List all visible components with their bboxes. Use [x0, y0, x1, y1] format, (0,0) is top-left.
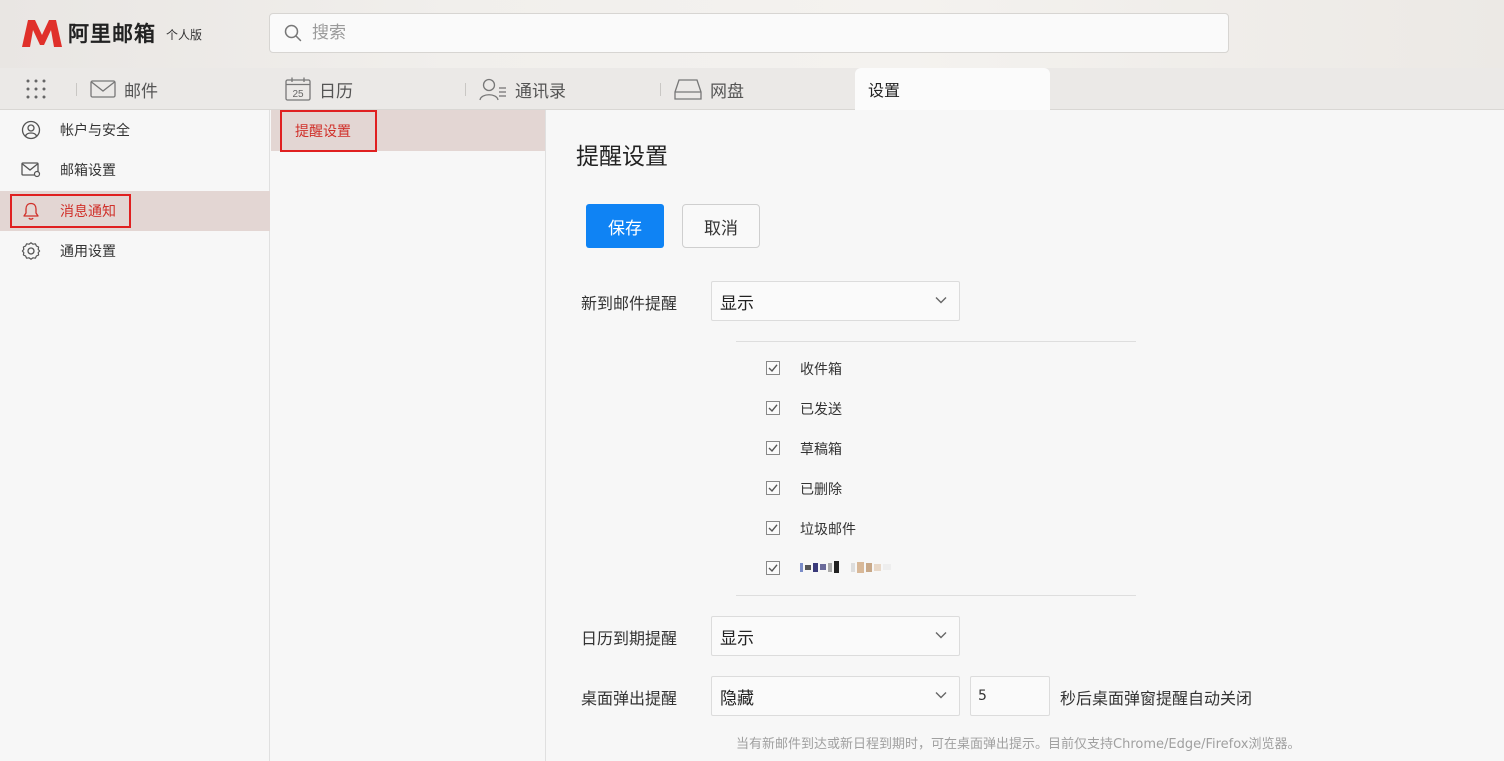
tab-calendar[interactable]: 25 日历: [285, 68, 353, 110]
checkbox-checked-icon[interactable]: [766, 481, 780, 495]
desktop-popup-hint: 当有新邮件到达或新日程到期时，可在桌面弹出提示。目前仅支持Chrome/Edge…: [736, 737, 1301, 752]
tab-drive[interactable]: 网盘: [660, 68, 744, 110]
search-box[interactable]: [269, 13, 1229, 53]
tab-mail[interactable]: 邮件: [76, 68, 158, 110]
tab-settings[interactable]: 设置: [855, 68, 1050, 110]
divider: [736, 341, 1136, 342]
calendar-reminder-label: 日历到期提醒: [581, 629, 678, 648]
folder-checkbox-spam[interactable]: 垃圾邮件: [766, 518, 856, 538]
mail-logo-m-icon: [22, 20, 62, 47]
checkbox-label: 收件箱: [800, 362, 842, 378]
cancel-button[interactable]: 取消: [682, 204, 760, 248]
drive-icon: [674, 79, 702, 100]
contacts-icon: [479, 78, 506, 101]
mail-settings-icon: [21, 162, 41, 178]
auto-close-seconds-input[interactable]: [970, 676, 1050, 716]
page-title: 提醒设置: [576, 144, 668, 170]
tab-contacts[interactable]: 通讯录: [465, 68, 566, 110]
folder-checkbox-custom[interactable]: [766, 558, 891, 578]
search-input[interactable]: [312, 15, 1192, 51]
edition-label: 个人版: [166, 27, 203, 42]
checkbox-checked-icon[interactable]: [766, 521, 780, 535]
sidebar-item-label: 邮箱设置: [60, 163, 116, 179]
sidebar-item-label: 通用设置: [60, 244, 116, 260]
submenu-item-reminder-settings[interactable]: 提醒设置: [271, 110, 545, 152]
calendar-icon: 25: [285, 77, 311, 101]
checkbox-label: 已删除: [800, 482, 842, 498]
chevron-down-icon: [935, 692, 947, 699]
folder-checkbox-inbox[interactable]: 收件箱: [766, 358, 842, 378]
sidebar-item-mailbox-settings[interactable]: 邮箱设置: [0, 150, 270, 190]
checkbox-label: 草稿箱: [800, 442, 842, 458]
mail-icon: [90, 80, 116, 98]
submenu-item-label: 提醒设置: [295, 124, 351, 140]
bell-icon: [23, 202, 39, 220]
tab-separator: [660, 83, 661, 96]
sidebar-item-account-security[interactable]: 帐户与安全: [0, 110, 270, 150]
checkbox-label: 垃圾邮件: [800, 522, 856, 538]
desktop-popup-label: 桌面弹出提醒: [581, 689, 678, 708]
tab-separator: [465, 83, 466, 96]
logo-text: 阿里邮箱: [68, 22, 156, 46]
auto-close-text: 秒后桌面弹窗提醒自动关闭: [1060, 689, 1253, 708]
search-icon: [284, 24, 302, 42]
desktop-popup-select[interactable]: 隐藏: [711, 676, 960, 716]
select-value: 显示: [720, 293, 754, 314]
save-button[interactable]: 保存: [586, 204, 664, 248]
chevron-down-icon: [935, 632, 947, 639]
reminder-settings-panel: 提醒设置 保存 取消 新到邮件提醒 显示 收件箱 已发送 草稿箱 已删除 垃圾邮…: [546, 110, 1504, 761]
checkbox-label: 已发送: [800, 402, 842, 418]
tab-label: 网盘: [710, 81, 744, 102]
sidebar-item-general-settings[interactable]: 通用设置: [0, 231, 270, 271]
divider: [736, 595, 1136, 596]
tab-label: 设置: [868, 81, 901, 100]
folder-checkbox-sent[interactable]: 已发送: [766, 398, 842, 418]
folder-checkbox-deleted[interactable]: 已删除: [766, 478, 842, 498]
new-mail-reminder-select[interactable]: 显示: [711, 281, 960, 321]
checkbox-checked-icon[interactable]: [766, 361, 780, 375]
tab-separator: [76, 83, 77, 96]
apps-grid-icon[interactable]: [25, 78, 47, 100]
select-value: 显示: [720, 628, 754, 649]
folder-checkbox-drafts[interactable]: 草稿箱: [766, 438, 842, 458]
top-header: 阿里邮箱 个人版: [0, 0, 1504, 68]
gear-icon: [21, 242, 41, 260]
select-value: 隐藏: [720, 688, 754, 709]
sidebar-item-label: 帐户与安全: [60, 123, 130, 139]
aliyun-mail-logo[interactable]: 阿里邮箱 个人版: [20, 17, 202, 49]
sidebar-item-label: 消息通知: [60, 204, 116, 220]
tab-label: 通讯录: [515, 81, 566, 102]
pixelated-folder-name: [800, 561, 893, 573]
chevron-down-icon: [935, 297, 947, 304]
calendar-icon-day: 25: [292, 89, 304, 100]
app-tabs-bar: 邮件 25 日历 通讯录 网盘 设置: [0, 68, 1504, 110]
notification-submenu: 提醒设置: [271, 110, 546, 761]
new-mail-reminder-label: 新到邮件提醒: [581, 294, 678, 313]
settings-sidebar: 帐户与安全 邮箱设置 消息通知 通用设置: [0, 110, 270, 761]
sidebar-item-notifications[interactable]: 消息通知: [0, 191, 270, 231]
tab-label: 日历: [319, 81, 353, 102]
user-icon: [21, 120, 41, 140]
checkbox-checked-icon[interactable]: [766, 441, 780, 455]
tab-label: 邮件: [124, 81, 158, 102]
calendar-reminder-select[interactable]: 显示: [711, 616, 960, 656]
checkbox-checked-icon[interactable]: [766, 561, 780, 575]
checkbox-checked-icon[interactable]: [766, 401, 780, 415]
